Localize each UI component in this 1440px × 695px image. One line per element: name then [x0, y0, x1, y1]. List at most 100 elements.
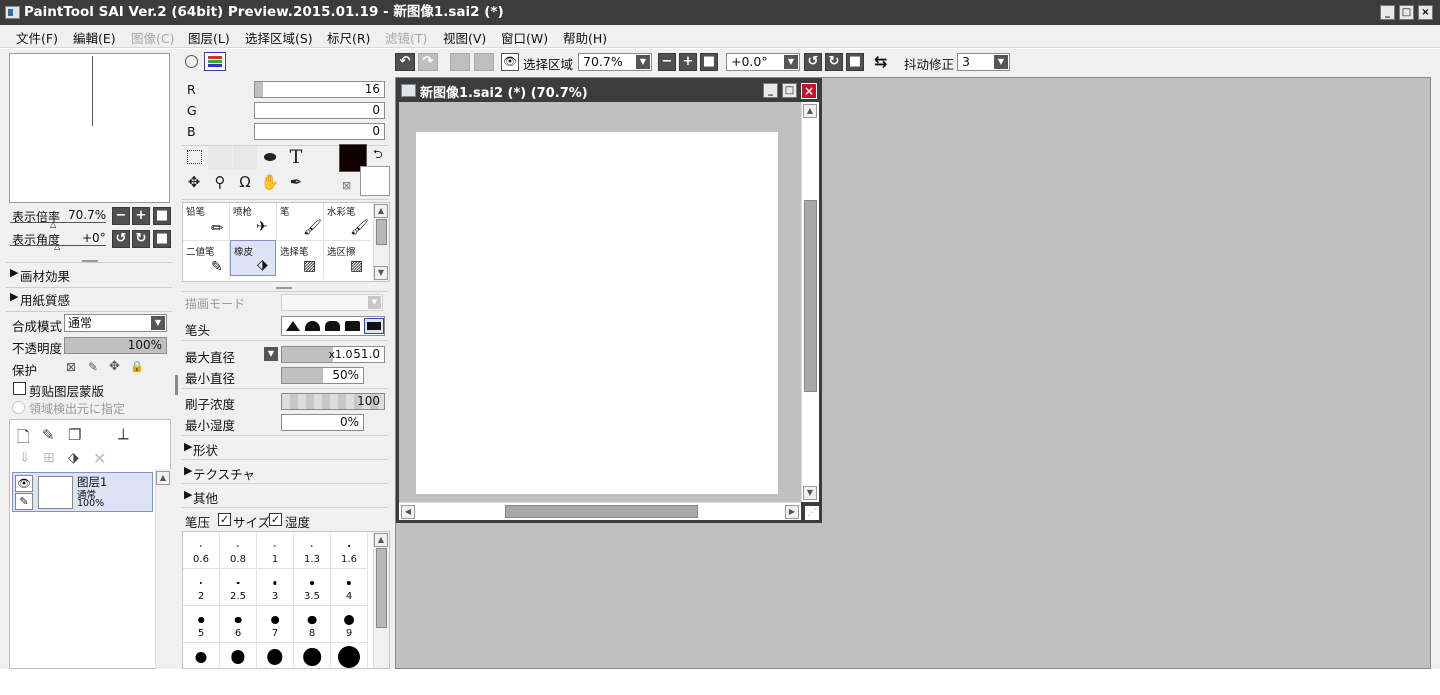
brush-pen[interactable]: 笔 🖌 [277, 203, 324, 241]
toolbar-zoom-in-button[interactable]: + [679, 53, 697, 71]
brush-select-pen[interactable]: 选择笔 ▨ [277, 241, 324, 279]
brush-size-cell[interactable]: 7 [257, 606, 294, 643]
texture-effect-arrow[interactable]: ▶ [10, 266, 18, 279]
region-source-radio[interactable] [12, 401, 25, 414]
document-canvas[interactable] [416, 132, 778, 494]
navigator-preview[interactable] [9, 53, 170, 203]
brush-size-cell[interactable]: 2 [183, 569, 220, 606]
brush-size-cell[interactable]: 1.3 [294, 532, 331, 569]
magic-wand-icon[interactable] [233, 146, 257, 170]
menu-window[interactable]: 窗口(W) [501, 28, 548, 47]
redo-button[interactable]: ↷ [418, 53, 438, 71]
background-color[interactable] [360, 166, 390, 196]
close-button[interactable]: × [1418, 5, 1433, 20]
brush-eraser[interactable]: 橡皮 ⬗ [230, 240, 276, 276]
zoom-tool-icon[interactable]: ⚲ [208, 171, 232, 195]
rotate-tool-icon[interactable]: Ω [233, 171, 257, 195]
pencil-icon[interactable]: ✎ [15, 493, 33, 510]
brush-airbrush[interactable]: 喷枪 ✈ [230, 203, 277, 241]
brush-size-cell[interactable] [220, 643, 257, 668]
protect-transparency-icon[interactable]: ⊠ [66, 360, 76, 374]
tip-soft-icon[interactable] [325, 321, 340, 331]
layer-scroll-up[interactable]: ▲ [156, 471, 170, 485]
other-arrow[interactable]: ▶ [184, 488, 192, 501]
angle-select[interactable]: +0.0° ▼ [726, 53, 800, 71]
layer-transform-icon[interactable]: ⟂ [118, 424, 129, 444]
tip-shape-selector[interactable] [281, 316, 385, 336]
tip-square-selected[interactable] [364, 318, 384, 334]
rotate-left-button[interactable]: ↺ [112, 230, 130, 248]
doc-scroll-left[interactable]: ◀ [401, 505, 415, 519]
toolbar-rotate-reset-button[interactable]: ■ [846, 53, 864, 71]
protect-draw-icon[interactable]: ✎ [88, 360, 98, 374]
zoom-select[interactable]: 70.7% ▼ [578, 53, 652, 71]
brush-pencil[interactable]: 铅笔 ✏ [183, 203, 230, 241]
doc-maximize-button[interactable]: □ [782, 83, 797, 98]
other-header[interactable]: 其他 [193, 488, 218, 507]
brush-grid-scrollbar[interactable]: ▲ ▼ [373, 203, 389, 281]
brush-scroll-thumb[interactable] [376, 219, 387, 245]
brush-size-cell[interactable] [183, 643, 220, 668]
pressure-density-checkbox[interactable]: ✓ [269, 513, 282, 526]
brush-select-eraser[interactable]: 选区擦 ▨ [324, 241, 371, 279]
density-slider[interactable]: 100 [281, 393, 385, 410]
texture-arrow[interactable]: ▶ [184, 464, 192, 477]
menu-edit[interactable]: 編輯(E) [73, 28, 116, 47]
flip-horizontal-icon[interactable]: ⇆ [874, 52, 887, 71]
rect-select-icon[interactable] [182, 146, 206, 170]
clear-layer-icon[interactable]: ⬗ [68, 450, 79, 466]
zoom-reset-button[interactable]: ■ [153, 207, 171, 225]
doc-horizontal-scrollbar[interactable]: ◀ ▶ [399, 502, 801, 520]
invert-selection-button[interactable] [474, 53, 494, 71]
rotate-right-button[interactable]: ↻ [132, 230, 150, 248]
min-density-slider[interactable]: 0% [281, 414, 364, 431]
size-grid-scrollbar[interactable]: ▲ [373, 532, 389, 668]
menu-help[interactable]: 帮助(H) [563, 28, 607, 47]
doc-scroll-right[interactable]: ▶ [785, 505, 799, 519]
brush-size-cell[interactable]: 0.8 [220, 532, 257, 569]
brush-size-cell[interactable]: 8 [294, 606, 331, 643]
doc-vscroll-thumb[interactable] [804, 200, 817, 392]
brush-size-cell[interactable] [257, 643, 294, 668]
color-wheel-toggle[interactable] [185, 55, 198, 68]
brush-binary[interactable]: 二値笔 ✎ [183, 241, 230, 279]
toolbar-rotate-right-button[interactable]: ↻ [825, 53, 843, 71]
shape-header[interactable]: 形状 [193, 440, 218, 459]
eyedropper-icon[interactable]: ✒ [284, 171, 308, 195]
new-folder-icon[interactable]: ❐ [68, 426, 81, 444]
draw-mode-select[interactable]: ▼ [281, 294, 383, 311]
chevron-down-icon[interactable]: ▼ [264, 347, 278, 361]
zoom-slider-handle[interactable]: △ [50, 220, 56, 229]
protect-move-icon[interactable]: ✥ [109, 359, 120, 374]
tip-flat-icon[interactable] [345, 321, 360, 331]
brush-size-cell[interactable]: 3.5 [294, 569, 331, 606]
minimize-button[interactable]: _ [1380, 5, 1395, 20]
min-size-slider[interactable]: 50% [281, 367, 364, 384]
move-tool-icon[interactable]: ✥ [182, 171, 206, 195]
menu-layer[interactable]: 图层(L) [188, 28, 230, 47]
doc-hscroll-thumb[interactable] [505, 505, 698, 518]
max-size-slider[interactable]: x1.0 51.0 [281, 346, 385, 363]
document-viewport[interactable] [399, 102, 801, 502]
g-slider[interactable]: 0 [254, 102, 385, 119]
lasso-select-icon[interactable] [208, 146, 232, 170]
menu-selection[interactable]: 选择区域(S) [245, 28, 313, 47]
undo-button[interactable]: ↶ [395, 53, 415, 71]
brush-size-cell[interactable]: 3 [257, 569, 294, 606]
eye-icon[interactable]: 👁 [15, 475, 33, 492]
brush-size-cell[interactable] [294, 643, 331, 668]
pressure-size-checkbox[interactable]: ✓ [218, 513, 231, 526]
stabilizer-select[interactable]: 3 ▼ [957, 53, 1010, 71]
resize-grip-icon[interactable]: ⋰ [805, 506, 819, 520]
panel-grip[interactable] [276, 287, 292, 289]
menu-file[interactable]: 文件(F) [16, 28, 58, 47]
zoom-out-button[interactable]: − [112, 207, 130, 225]
tip-sharp-icon[interactable] [286, 321, 300, 331]
merge-down-icon[interactable]: ⇓ [19, 450, 31, 466]
lock-icon[interactable]: 🔒 [130, 360, 144, 373]
layer-list-scrollbar[interactable]: ▲ [155, 469, 171, 669]
toolbar-zoom-out-button[interactable]: − [658, 53, 676, 71]
menu-filter[interactable]: 滤镜(T) [385, 28, 427, 47]
doc-close-button[interactable]: × [801, 83, 817, 99]
zoom-slider[interactable] [10, 222, 106, 223]
